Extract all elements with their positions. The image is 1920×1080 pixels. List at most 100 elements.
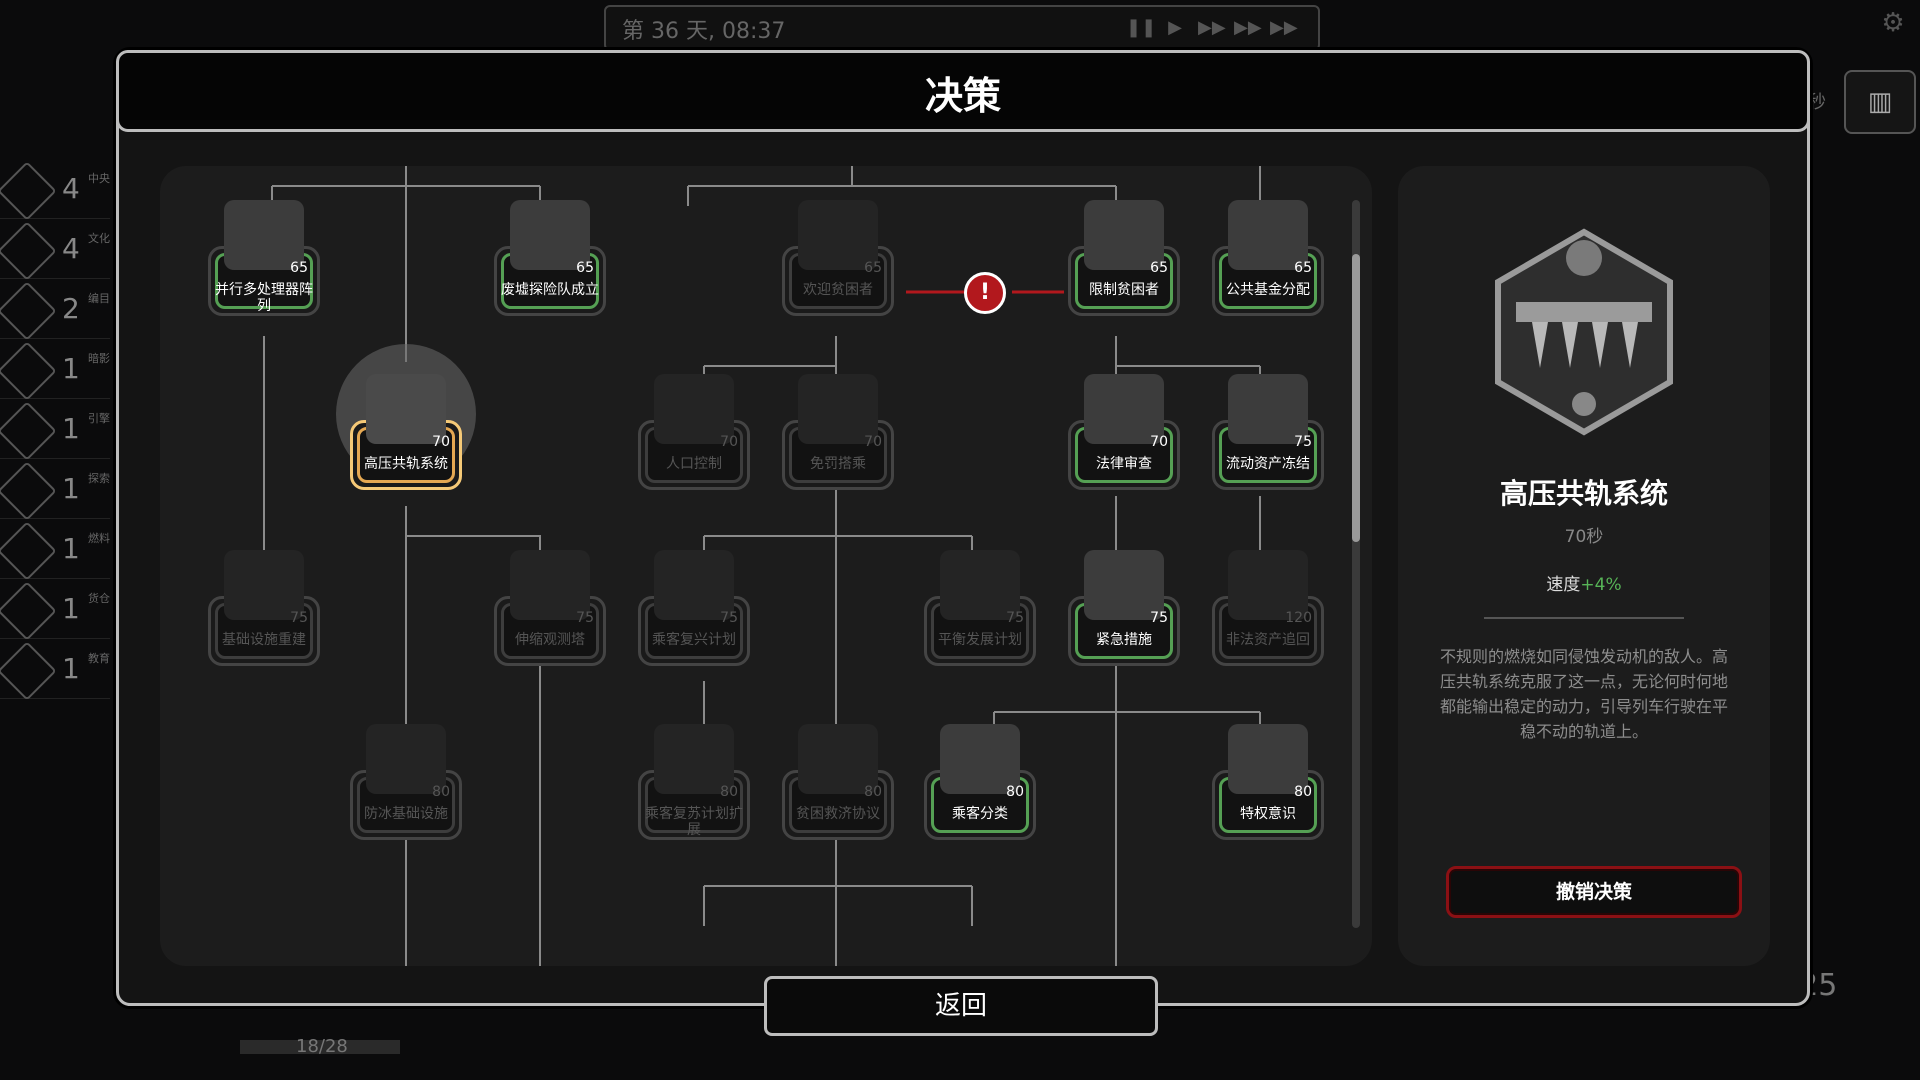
- node-name: 公共基金分配: [1226, 282, 1310, 298]
- sidebar-label: 燃料: [88, 532, 110, 545]
- detail-description: 不规则的燃烧如同侵蚀发动机的敌人。高压共轨系统克服了这一点，无论何时何地都能输出…: [1439, 647, 1728, 741]
- node-cost: 65: [864, 260, 882, 276]
- node-name: 废墟探险队成立: [501, 282, 599, 298]
- node-cost: 70: [1150, 434, 1168, 450]
- decision-node[interactable]: 70 人口控制: [634, 374, 754, 494]
- sidebar-row[interactable]: 4 文化: [0, 220, 110, 281]
- decision-node[interactable]: 65 欢迎贫困者: [778, 200, 898, 320]
- common-rail-icon: [1470, 218, 1698, 446]
- sidebar-value: 1: [62, 652, 80, 685]
- node-cost: 80: [432, 784, 450, 800]
- sidebar-icon: [0, 641, 57, 701]
- sidebar-icon: [0, 161, 57, 221]
- sidebar-label: 编目: [88, 292, 110, 305]
- book-icon[interactable]: ▥: [1844, 70, 1916, 134]
- node-cost: 65: [1150, 260, 1168, 276]
- sidebar-icon: [0, 281, 57, 341]
- pause-icon[interactable]: ❚❚: [1126, 15, 1156, 41]
- decision-node[interactable]: 80 贫困救济协议: [778, 724, 898, 844]
- sidebar-value: 2: [62, 292, 80, 325]
- node-cost: 65: [290, 260, 308, 276]
- sidebar-row[interactable]: 4 中央: [0, 160, 110, 221]
- sidebar-row[interactable]: 1 燃料: [0, 520, 110, 581]
- sidebar-icon: [0, 341, 57, 401]
- node-name: 乘客分类: [952, 806, 1008, 822]
- decision-node[interactable]: 80 乘客分类: [920, 724, 1040, 844]
- bottom-left-counter: 18/28: [296, 1036, 348, 1057]
- node-name: 限制贫困者: [1089, 282, 1159, 298]
- sidebar-label: 探索: [88, 472, 110, 485]
- sidebar-value: 1: [62, 592, 80, 625]
- decision-node[interactable]: 75 流动资产冻结: [1208, 374, 1328, 494]
- sidebar-row[interactable]: 1 引擎: [0, 400, 110, 461]
- tree-scroll-thumb[interactable]: [1352, 254, 1360, 542]
- left-sidebar: 4 中央 4 文化 2 编目 1 暗影 1 引擎 1 探索 1 燃料 1 货仓 1 教育: [0, 160, 110, 750]
- sidebar-value: 4: [62, 232, 80, 265]
- sidebar-value: 1: [62, 352, 80, 385]
- node-cost: 75: [720, 610, 738, 626]
- play-icon[interactable]: ▶: [1162, 15, 1188, 41]
- decision-node[interactable]: 75 平衡发展计划: [920, 550, 1040, 670]
- decision-node[interactable]: 120 非法资产追回: [1208, 550, 1328, 670]
- decision-node[interactable]: 80 特权意识: [1208, 724, 1328, 844]
- sidebar-row[interactable]: 2 编目: [0, 280, 110, 341]
- sidebar-label: 暗影: [88, 352, 110, 365]
- seconds-label: 秒: [1808, 92, 1826, 113]
- day-time-label: 第 36 天, 08:37: [622, 19, 786, 44]
- node-cost: 75: [1150, 610, 1168, 626]
- sidebar-row[interactable]: 1 探索: [0, 460, 110, 521]
- decision-node[interactable]: 80 防冰基础设施: [346, 724, 466, 844]
- node-name: 法律审查: [1096, 456, 1152, 472]
- node-cost: 70: [864, 434, 882, 450]
- node-name: 免罚搭乘: [810, 456, 866, 472]
- tree-connector-lines: [263, 166, 1261, 966]
- detail-title: 高压共轨系统: [1499, 477, 1668, 510]
- decision-node[interactable]: 75 紧急措施: [1064, 550, 1184, 670]
- decision-node[interactable]: 65 废墟探险队成立: [490, 200, 610, 320]
- sidebar-icon: [0, 461, 57, 521]
- sidebar-label: 引擎: [88, 412, 110, 425]
- decision-node[interactable]: 65 并行多处理器阵列: [204, 200, 324, 320]
- settings-gear-icon[interactable]: ⚙: [1878, 8, 1908, 38]
- decision-node[interactable]: 80 乘客复苏计划扩展: [634, 724, 754, 844]
- sidebar-row[interactable]: 1 教育: [0, 640, 110, 701]
- node-name: 人口控制: [666, 456, 722, 472]
- decision-node[interactable]: 70 法律审查: [1064, 374, 1184, 494]
- node-name: 特权意识: [1240, 806, 1296, 822]
- node-cost: 75: [576, 610, 594, 626]
- node-name: 流动资产冻结: [1226, 456, 1310, 472]
- sidebar-value: 1: [62, 412, 80, 445]
- node-name: 欢迎贫困者: [803, 282, 873, 298]
- speed-x10-icon[interactable]: ▶▶: [1270, 15, 1298, 41]
- decision-node[interactable]: 65 公共基金分配: [1208, 200, 1328, 320]
- decision-node[interactable]: 70 免罚搭乘: [778, 374, 898, 494]
- top-time-bar: 第 36 天, 08:37 ❚❚ ▶ ▶▶ ▶▶ ▶▶: [604, 5, 1320, 51]
- back-button[interactable]: 返回: [764, 976, 1158, 1036]
- decision-node-selected[interactable]: 70 高压共轨系统: [346, 374, 466, 494]
- node-name: 伸缩观测塔: [515, 632, 585, 648]
- node-name: 贫困救济协议: [796, 806, 880, 822]
- decision-node[interactable]: 75 基础设施重建: [204, 550, 324, 670]
- node-cost: 75: [1006, 610, 1024, 626]
- sidebar-label: 货仓: [88, 592, 110, 605]
- node-cost: 80: [1006, 784, 1024, 800]
- node-name: 基础设施重建: [222, 632, 306, 648]
- node-name: 乘客复兴计划: [652, 632, 736, 648]
- node-cost: 75: [290, 610, 308, 626]
- node-cost: 80: [720, 784, 738, 800]
- speed-x5-icon[interactable]: ▶▶: [1234, 15, 1262, 41]
- decision-node[interactable]: 75 乘客复兴计划: [634, 550, 754, 670]
- detail-effect: 速度+4%: [1398, 570, 1770, 595]
- revoke-decision-button[interactable]: 撤销决策: [1446, 866, 1742, 918]
- sidebar-row[interactable]: 1 货仓: [0, 580, 110, 641]
- sidebar-row[interactable]: 1 暗影: [0, 340, 110, 401]
- sidebar-icon: [0, 521, 57, 581]
- decision-node[interactable]: 65 限制贫困者: [1064, 200, 1184, 320]
- effect-label: 速度: [1546, 575, 1581, 595]
- detail-divider: [1484, 617, 1684, 619]
- decision-node[interactable]: 75 伸缩观测塔: [490, 550, 610, 670]
- sidebar-label: 中央: [88, 172, 110, 185]
- sidebar-value: 1: [62, 472, 80, 505]
- node-cost: 75: [1294, 434, 1312, 450]
- speed-x2-icon[interactable]: ▶▶: [1198, 15, 1226, 41]
